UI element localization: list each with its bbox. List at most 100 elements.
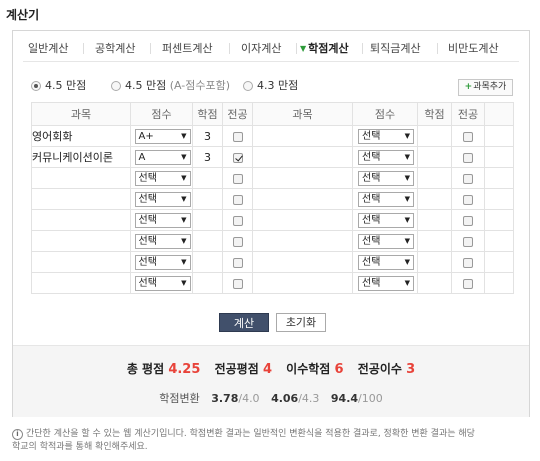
grade-select[interactable]: 선택 ▼: [358, 233, 414, 249]
grade-select[interactable]: 선택 ▼: [358, 275, 414, 291]
grade-cell: 선택 ▼: [352, 251, 418, 273]
tab-general[interactable]: 일반계산: [28, 40, 68, 56]
grade-select[interactable]: 선택 ▼: [358, 212, 414, 228]
major-checkbox[interactable]: [232, 194, 243, 205]
grade-select[interactable]: 선택 ▼: [134, 254, 191, 270]
grade-cell: 선택 ▼: [130, 251, 193, 273]
gpa-summary: 총 평점 4.25 전공평점 4 이수학점 6 전공이수 3: [13, 360, 529, 377]
page-title: 계산기: [6, 8, 40, 22]
subject-cell[interactable]: 커뮤니케이션이론: [31, 146, 131, 168]
scale-option-4.5[interactable]: 4.5 만점: [31, 77, 86, 93]
reset-button[interactable]: 초기화: [276, 313, 326, 332]
grade-select[interactable]: 선택 ▼: [134, 233, 191, 249]
credit-cell[interactable]: [417, 230, 452, 252]
major-checkbox[interactable]: [463, 194, 473, 205]
tab-severance[interactable]: 퇴직금계산: [370, 40, 421, 56]
major-checkbox[interactable]: [232, 236, 243, 247]
grade-select[interactable]: 선택 ▼: [358, 191, 414, 207]
credit-cell[interactable]: 3: [192, 125, 223, 147]
subject-cell[interactable]: [31, 209, 131, 231]
tab-engineering[interactable]: 공학계산: [95, 40, 135, 56]
grade-select[interactable]: 선택 ▼: [134, 191, 191, 207]
grade-select[interactable]: 선택 ▼: [358, 170, 414, 186]
credit-cell[interactable]: [417, 251, 452, 273]
subject-cell[interactable]: [31, 188, 131, 210]
subject-cell[interactable]: [252, 230, 353, 252]
table-row: 커뮤니케이션이론 A ▼ 3 선택 ▼: [31, 146, 514, 168]
subject-cell[interactable]: 영어회화: [31, 125, 131, 147]
subject-cell[interactable]: [252, 146, 353, 168]
subject-cell[interactable]: [252, 209, 353, 231]
spacer-cell: [484, 230, 514, 252]
table-row: 선택 ▼ 선택 ▼: [31, 209, 514, 231]
credit-cell[interactable]: [417, 146, 452, 168]
credit-cell[interactable]: [417, 167, 452, 189]
subject-cell[interactable]: [252, 188, 353, 210]
major-checkbox[interactable]: [463, 236, 473, 247]
tab-divider: [296, 43, 297, 54]
tab-bmi[interactable]: 비만도계산: [448, 40, 499, 56]
major-cell: [451, 272, 485, 294]
major-cell: [451, 146, 485, 168]
major-checkbox[interactable]: [232, 215, 243, 226]
major-cell: [222, 125, 253, 147]
major-credits-value: 3: [406, 362, 416, 377]
grade-cell: 선택 ▼: [352, 209, 418, 231]
credit-cell[interactable]: [192, 188, 223, 210]
table-row: 선택 ▼ 선택 ▼: [31, 188, 514, 210]
credit-cell[interactable]: 3: [192, 146, 223, 168]
credit-cell[interactable]: [417, 188, 452, 210]
grade-select[interactable]: 선택 ▼: [134, 212, 191, 228]
tab-gpa[interactable]: ▼ 학점계산: [300, 40, 349, 56]
major-checkbox[interactable]: [232, 173, 243, 184]
grade-select[interactable]: 선택 ▼: [358, 128, 414, 144]
major-checkbox[interactable]: [232, 257, 243, 268]
major-cell: [222, 272, 253, 294]
subject-cell[interactable]: [252, 167, 353, 189]
add-course-button[interactable]: +과목추가: [458, 79, 513, 96]
major-checkbox[interactable]: [463, 152, 473, 163]
major-cell: [222, 167, 253, 189]
grade-select[interactable]: A ▼: [134, 149, 191, 165]
calculate-button[interactable]: 계산: [219, 313, 269, 332]
subject-cell[interactable]: [252, 272, 353, 294]
grade-select[interactable]: 선택 ▼: [358, 149, 414, 165]
major-checkbox[interactable]: [463, 131, 473, 142]
credit-cell[interactable]: [192, 272, 223, 294]
subject-cell[interactable]: [252, 125, 353, 147]
major-checkbox[interactable]: [463, 257, 473, 268]
credit-cell[interactable]: [192, 209, 223, 231]
major-checkbox[interactable]: [232, 131, 243, 142]
major-checkbox[interactable]: [463, 173, 473, 184]
credit-cell[interactable]: [417, 209, 452, 231]
header-credit: 학점: [417, 102, 452, 126]
credit-cell[interactable]: [192, 167, 223, 189]
subject-cell[interactable]: [31, 251, 131, 273]
subject-cell[interactable]: [31, 272, 131, 294]
major-checkbox[interactable]: [232, 278, 243, 289]
subject-cell[interactable]: [31, 167, 131, 189]
tab-divider: [229, 43, 230, 54]
subject-cell[interactable]: [31, 230, 131, 252]
grade-select[interactable]: A+ ▼: [134, 128, 191, 144]
tab-interest[interactable]: 이자계산: [241, 40, 281, 56]
total-gpa-label: 총 평점: [126, 362, 165, 376]
credit-cell[interactable]: [192, 251, 223, 273]
credit-cell[interactable]: [417, 272, 452, 294]
credit-cell[interactable]: [192, 230, 223, 252]
plus-icon: +: [464, 82, 473, 92]
major-checkbox[interactable]: [232, 152, 243, 163]
major-checkbox[interactable]: [463, 278, 473, 289]
tab-percent[interactable]: 퍼센트계산: [162, 40, 213, 56]
grade-select[interactable]: 선택 ▼: [134, 275, 191, 291]
grade-select[interactable]: 선택 ▼: [358, 254, 414, 270]
major-checkbox[interactable]: [463, 215, 473, 226]
dropdown-arrow-icon: ▼: [181, 131, 187, 140]
scale-option-4.3[interactable]: 4.3 만점: [243, 77, 298, 93]
credit-cell[interactable]: [417, 125, 452, 147]
grade-cell: 선택 ▼: [130, 272, 193, 294]
credits-value: 6: [334, 362, 344, 377]
subject-cell[interactable]: [252, 251, 353, 273]
grade-select[interactable]: 선택 ▼: [134, 170, 191, 186]
scale-option-4.5-aminus[interactable]: 4.5 만점 (A-점수포함): [111, 77, 230, 93]
